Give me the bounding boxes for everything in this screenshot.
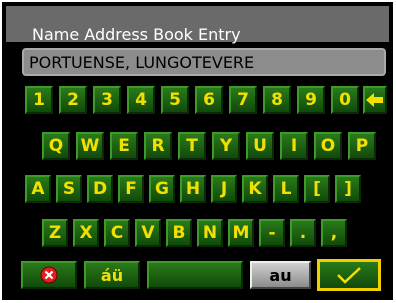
dialog-title: Name Address Book Entry <box>32 25 241 44</box>
key-h[interactable]: H <box>180 175 206 203</box>
key-open-bracket[interactable]: [ <box>304 175 330 203</box>
key-k[interactable]: K <box>242 175 268 203</box>
key-period[interactable]: . <box>290 219 316 247</box>
key-y[interactable]: Y <box>212 132 240 160</box>
key-close-bracket[interactable]: ] <box>335 175 361 203</box>
clear-x-icon <box>40 266 58 284</box>
key-i[interactable]: I <box>280 132 308 160</box>
key-6[interactable]: 6 <box>195 86 223 114</box>
key-7[interactable]: 7 <box>229 86 257 114</box>
key-8[interactable]: 8 <box>263 86 291 114</box>
accented-chars-button[interactable]: áü <box>84 261 140 289</box>
key-q[interactable]: Q <box>42 132 70 160</box>
key-j[interactable]: J <box>211 175 237 203</box>
backspace-button[interactable] <box>363 86 387 114</box>
key-a[interactable]: A <box>25 175 51 203</box>
key-f[interactable]: F <box>118 175 144 203</box>
key-x[interactable]: X <box>73 219 99 247</box>
key-2[interactable]: 2 <box>59 86 87 114</box>
key-n[interactable]: N <box>197 219 223 247</box>
title-bar: Name Address Book Entry <box>6 6 389 44</box>
key-g[interactable]: G <box>149 175 175 203</box>
key-w[interactable]: W <box>76 132 104 160</box>
key-c[interactable]: C <box>104 219 130 247</box>
keyboard-window: Name Address Book Entry PORTUENSE, LUNGO… <box>2 2 393 300</box>
key-e[interactable]: E <box>110 132 138 160</box>
checkmark-icon <box>337 267 361 284</box>
key-d[interactable]: D <box>87 175 113 203</box>
key-o[interactable]: O <box>314 132 342 160</box>
key-v[interactable]: V <box>135 219 161 247</box>
key-r[interactable]: R <box>144 132 172 160</box>
confirm-button[interactable] <box>317 259 381 291</box>
key-4[interactable]: 4 <box>127 86 155 114</box>
key-s[interactable]: S <box>56 175 82 203</box>
backspace-arrow-icon <box>366 93 383 107</box>
text-entry-field[interactable]: PORTUENSE, LUNGOTEVERE <box>22 48 386 76</box>
key-hyphen[interactable]: - <box>259 219 285 247</box>
case-toggle-button[interactable]: au <box>250 261 311 289</box>
key-p[interactable]: P <box>348 132 376 160</box>
key-comma[interactable]: , <box>321 219 347 247</box>
key-5[interactable]: 5 <box>161 86 189 114</box>
key-z[interactable]: Z <box>42 219 68 247</box>
key-t[interactable]: T <box>178 132 206 160</box>
key-m[interactable]: M <box>228 219 254 247</box>
key-1[interactable]: 1 <box>25 86 53 114</box>
clear-button[interactable] <box>21 261 77 289</box>
key-3[interactable]: 3 <box>93 86 121 114</box>
text-entry-value: PORTUENSE, LUNGOTEVERE <box>29 53 255 72</box>
key-b[interactable]: B <box>166 219 192 247</box>
key-u[interactable]: U <box>246 132 274 160</box>
space-button[interactable] <box>147 261 243 289</box>
key-9[interactable]: 9 <box>297 86 325 114</box>
key-0[interactable]: 0 <box>331 86 359 114</box>
key-l[interactable]: L <box>273 175 299 203</box>
